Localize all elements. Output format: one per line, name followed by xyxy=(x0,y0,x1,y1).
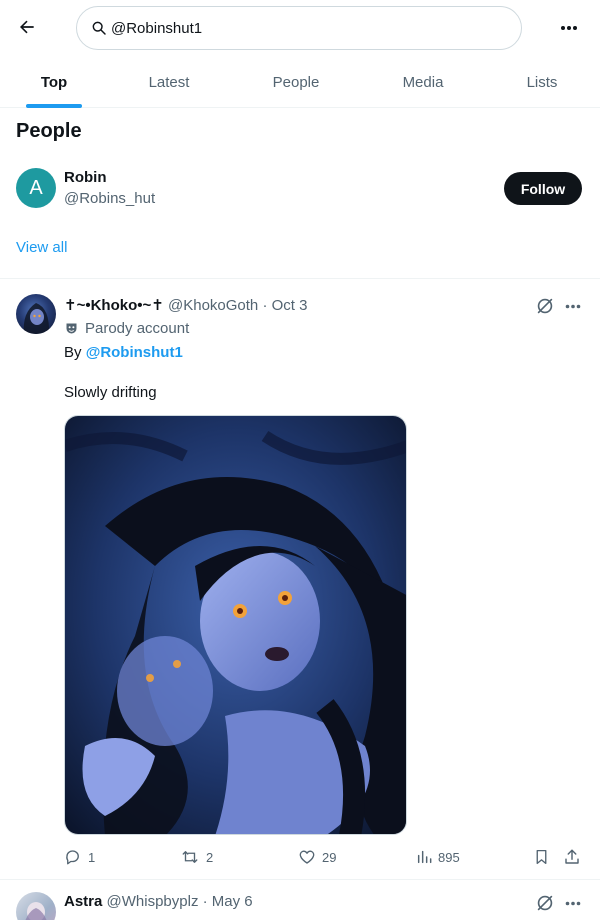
post-date[interactable]: May 6 xyxy=(212,893,253,910)
post-image[interactable] xyxy=(64,415,407,835)
post-date[interactable]: Oct 3 xyxy=(272,297,308,314)
share-icon xyxy=(565,849,579,864)
post-more-button[interactable] xyxy=(560,295,586,317)
more-icon xyxy=(565,304,581,308)
tab-people[interactable]: People xyxy=(230,56,362,108)
more-options-button[interactable] xyxy=(554,14,584,42)
grok-button[interactable] xyxy=(534,892,556,914)
separator-dot: · xyxy=(258,297,272,314)
people-section-title: People xyxy=(16,120,82,142)
post-byline: By @Robinshut1 xyxy=(64,344,183,361)
mention-link[interactable]: @Robinshut1 xyxy=(86,344,183,361)
avatar[interactable]: A xyxy=(16,168,56,208)
reply-button[interactable]: 1 xyxy=(64,846,95,868)
back-arrow-icon xyxy=(20,20,34,34)
tab-media[interactable]: Media xyxy=(362,56,484,108)
search-input[interactable] xyxy=(111,17,501,39)
parody-mask-icon xyxy=(66,323,77,334)
views-button[interactable]: 895 xyxy=(416,846,460,868)
grok-icon xyxy=(537,298,553,314)
author-handle[interactable]: @Whispbyplz xyxy=(107,893,199,910)
clipped-post-text xyxy=(64,914,584,920)
search-icon xyxy=(92,21,106,35)
post-divider xyxy=(0,879,600,880)
share-button[interactable] xyxy=(563,846,581,868)
follow-button[interactable]: Follow xyxy=(504,172,582,205)
repost-icon xyxy=(182,851,198,863)
post-header: Astra @Whispbyplz · May 6 xyxy=(64,893,253,910)
search-tabs: Top Latest People Media Lists xyxy=(0,56,600,108)
like-icon xyxy=(299,850,315,864)
more-icon xyxy=(561,26,577,30)
avatar[interactable] xyxy=(16,294,56,334)
post-text: Slowly drifting xyxy=(64,384,157,401)
tab-lists[interactable]: Lists xyxy=(484,56,600,108)
tab-top[interactable]: Top xyxy=(0,56,108,108)
view-all-link[interactable]: View all xyxy=(16,239,67,256)
tab-latest[interactable]: Latest xyxy=(108,56,230,108)
grok-button[interactable] xyxy=(534,295,556,317)
author-name[interactable]: ✝~•Khoko•~✝ xyxy=(64,297,164,314)
like-button[interactable]: 29 xyxy=(298,846,336,868)
grok-icon xyxy=(537,895,553,911)
top-bar xyxy=(0,0,600,56)
author-handle[interactable]: @KhokoGoth xyxy=(168,297,258,314)
bookmark-icon xyxy=(536,849,547,865)
user-handle[interactable]: @Robins_hut xyxy=(64,190,155,207)
back-button[interactable] xyxy=(12,12,42,42)
bookmark-button[interactable] xyxy=(533,846,550,868)
author-name[interactable]: Astra xyxy=(64,893,102,910)
active-tab-indicator xyxy=(26,104,82,108)
separator-dot: · xyxy=(198,893,212,910)
views-icon xyxy=(417,850,432,864)
user-name[interactable]: Robin xyxy=(64,169,107,186)
more-icon xyxy=(565,901,581,905)
repost-button[interactable]: 2 xyxy=(180,846,213,868)
reply-icon xyxy=(66,850,79,865)
search-box[interactable] xyxy=(76,6,522,50)
post-header: ✝~•Khoko•~✝ @KhokoGoth · Oct 3 xyxy=(64,296,307,314)
post-more-button[interactable] xyxy=(560,892,586,914)
avatar[interactable] xyxy=(16,892,56,920)
section-divider xyxy=(0,278,600,279)
parody-label: Parody account xyxy=(64,320,189,337)
